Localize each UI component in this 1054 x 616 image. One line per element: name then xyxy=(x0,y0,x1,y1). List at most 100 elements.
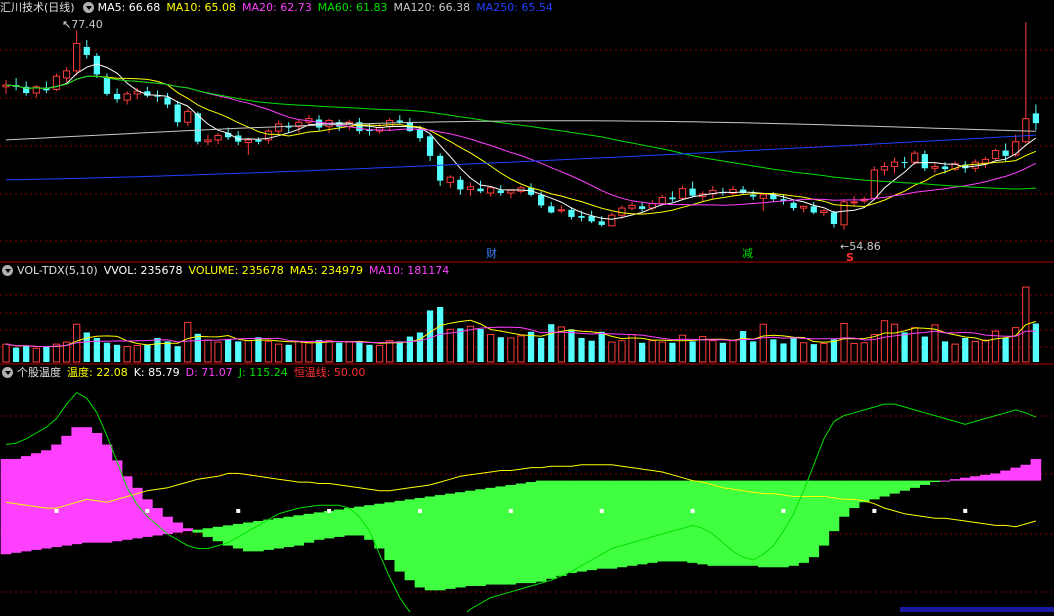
volume-bar-up xyxy=(214,341,222,363)
kd-bar-negative xyxy=(273,518,284,549)
candle-down xyxy=(164,97,171,105)
dropdown-arrow-icon[interactable] xyxy=(2,367,13,378)
kd-bar-negative xyxy=(909,480,921,488)
volume-legend: VVOL: 235678 VOLUME: 235678 MA5: 234979 MA1… xyxy=(104,264,456,277)
volume-bar-down xyxy=(457,328,464,362)
volume-bar-up xyxy=(709,340,717,363)
volume-bar-down xyxy=(366,344,373,362)
candle-down xyxy=(457,179,464,190)
volume-bar-up xyxy=(981,339,990,363)
kd-bar-negative xyxy=(404,499,416,581)
kd-bar-negative xyxy=(323,510,335,539)
kd-bar-positive xyxy=(41,450,52,549)
kd-bar-negative xyxy=(344,508,355,536)
chart-canvas xyxy=(0,22,1054,616)
volume-bar-down xyxy=(669,342,676,362)
kd-bar-negative xyxy=(515,483,527,584)
candle-down xyxy=(1002,150,1009,156)
candle-up xyxy=(880,165,889,171)
volume-bar-up xyxy=(618,340,626,363)
temperature-label-0: 温度: 22.08 xyxy=(67,366,128,379)
dropdown-arrow-icon[interactable] xyxy=(2,265,13,276)
candle-down xyxy=(598,221,605,225)
kd-bar-positive xyxy=(101,444,113,543)
event-marker-reduction[interactable]: 减 xyxy=(742,248,753,260)
ma5-line xyxy=(5,63,1037,220)
candle-up xyxy=(274,123,283,132)
event-marker-sell[interactable]: S xyxy=(846,252,854,264)
volume-label-1: VOLUME: 235678 xyxy=(188,264,284,277)
volume-bar-up xyxy=(184,321,192,363)
volume-bar-down xyxy=(1032,323,1040,362)
kd-bar-negative xyxy=(869,480,880,500)
candle-up xyxy=(658,196,666,205)
volume-bar-up xyxy=(800,342,808,363)
candle-up xyxy=(618,207,626,216)
kd-bar-negative xyxy=(243,522,254,552)
dropdown-arrow-icon[interactable] xyxy=(82,2,94,13)
volume-bar-up xyxy=(375,345,384,363)
volume-bar-down xyxy=(719,342,727,362)
volume-bar-down xyxy=(477,329,484,362)
volume-bar-down xyxy=(356,341,363,362)
candle-down xyxy=(426,136,434,156)
kd-bar-negative xyxy=(889,480,900,494)
volume-bar-up xyxy=(880,320,889,363)
candle-down xyxy=(578,216,585,218)
volume-bar-down xyxy=(548,324,555,362)
volume-bar-down xyxy=(416,332,424,362)
event-marker-financial[interactable]: 财 xyxy=(486,248,497,260)
volume-bar-up xyxy=(860,342,868,363)
volume-bar-up xyxy=(446,328,454,363)
kd-bar-positive xyxy=(121,476,133,540)
ma120-line xyxy=(5,120,1036,141)
volume-bar-up xyxy=(850,342,858,363)
candle-up xyxy=(446,176,454,183)
candle-down xyxy=(1032,113,1040,124)
candle-down xyxy=(588,216,595,222)
kd-bar-positive xyxy=(51,444,62,548)
kd-bar-negative xyxy=(263,519,274,550)
volume-title: VOL-TDX(5,10) xyxy=(17,264,98,277)
ma60-line xyxy=(5,75,1036,190)
volume-bar-down xyxy=(396,341,403,362)
volume-bar-up xyxy=(608,341,616,363)
candle-down xyxy=(437,155,444,181)
volume-label-2: MA5: 234979 xyxy=(289,264,364,277)
kd-bar-negative xyxy=(677,480,688,562)
kd-bar-negative xyxy=(374,503,385,549)
candle-up xyxy=(971,161,979,169)
volume-bar-down xyxy=(315,340,323,362)
kd-bar-positive xyxy=(182,528,194,532)
candle-down xyxy=(538,194,545,206)
volume-bar-up xyxy=(840,323,848,363)
volume-bar-down xyxy=(770,339,777,362)
candle-down xyxy=(255,139,262,142)
kd-bar-negative xyxy=(212,526,224,542)
volume-bar-down xyxy=(1002,337,1009,362)
main-header: 汇川技术(日线) MA5: 66.68 MA10: 65.08 MA20: 62.73… xyxy=(0,0,565,16)
volume-bar-up xyxy=(325,340,333,363)
candle-up xyxy=(911,152,919,163)
kd-bar-negative xyxy=(626,480,638,566)
kd-bar-negative xyxy=(828,480,840,532)
volume-bar-down xyxy=(962,337,969,362)
kd-bar-negative xyxy=(232,523,244,549)
kd-bar-positive xyxy=(970,476,981,481)
temperature-header: 个股温度 温度: 22.08 K: 85.79 D: 71.07 J: 115.24 恒温… xyxy=(0,365,377,381)
temperature-legend: 温度: 22.08 K: 85.79 D: 71.07 J: 115.24 恒温线: 5… xyxy=(67,366,371,379)
kd-bar-positive xyxy=(1000,470,1011,481)
candle-up xyxy=(678,188,687,199)
candle-down xyxy=(113,93,121,100)
ma-label-0: MA5: 66.68 xyxy=(97,1,161,14)
volume-bar-down xyxy=(285,344,292,362)
kd-bar-negative xyxy=(495,486,507,585)
candle-up xyxy=(870,169,878,199)
kd-bar-negative xyxy=(646,480,658,563)
candle-down xyxy=(790,202,797,209)
stock-title: 汇川技术(日线) xyxy=(0,1,75,14)
candle-up xyxy=(991,150,1000,160)
volume-bar-up xyxy=(628,334,636,363)
volume-bar-down xyxy=(598,331,605,362)
volume-bar-up xyxy=(295,340,303,363)
